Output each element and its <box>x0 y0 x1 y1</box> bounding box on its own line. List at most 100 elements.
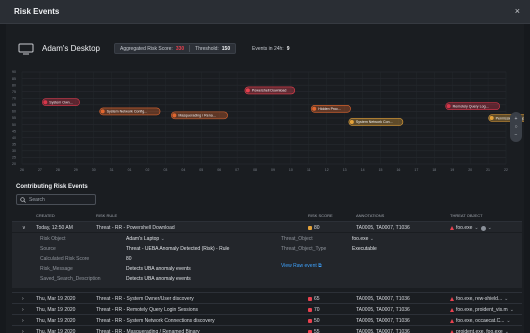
chevron-down-icon[interactable]: ⌄ <box>474 225 478 231</box>
event-dot[interactable] <box>349 119 354 124</box>
event-label: System Network Con... <box>356 120 393 124</box>
x-tick-label: 28 <box>56 168 60 172</box>
event-dot[interactable] <box>100 109 105 114</box>
events-label: Events in 24h: <box>252 46 284 52</box>
window-title: Risk Events <box>14 7 60 16</box>
zoom-in-icon[interactable]: + <box>515 116 518 122</box>
row-annotations: TA0005, TA0007, T1036 <box>356 307 410 313</box>
zoom-out-icon[interactable]: − <box>515 132 518 138</box>
warning-icon <box>450 226 454 230</box>
event-dot[interactable] <box>245 88 250 93</box>
y-tick-label: 85 <box>12 77 16 81</box>
x-tick-label: 06 <box>217 168 221 172</box>
row-threat-object[interactable]: foo.exe, occaecat.C... ⌄ <box>450 318 511 324</box>
event-dot[interactable] <box>489 116 494 120</box>
y-tick-label: 70 <box>12 96 16 100</box>
risk-event-point[interactable]: Powershell Download <box>244 86 296 95</box>
col-threat-object[interactable]: Threat Object <box>450 213 483 218</box>
risk-event-point[interactable]: Masquerading / Rena... <box>171 111 228 120</box>
close-icon[interactable]: × <box>515 6 520 16</box>
table-header: Created Risk Rule Risk Score Annotations… <box>12 210 522 221</box>
row-risk-rule: Threat - RR - Remotely Query Login Sessi… <box>96 307 198 313</box>
x-tick-label: 09 <box>271 168 275 172</box>
chevron-down-icon[interactable]: ⌄ <box>506 318 510 324</box>
timeline-svg[interactable]: 90 85 80 75 70 65 60 55 50 45 40 35 30 25 20 26 27 28 29 30… <box>6 68 524 178</box>
chevron-down-icon[interactable]: ⌄ <box>370 236 374 242</box>
score-square-icon <box>308 297 312 301</box>
chevron-right-icon[interactable]: › <box>22 307 24 313</box>
risk-timeline-chart[interactable]: 90 85 80 75 70 65 60 55 50 45 40 35 30 25 20 26 27 28 29 30… <box>6 68 524 178</box>
detail-value: Detects UBA anomaly events <box>126 276 191 282</box>
x-tick-label: 22 <box>504 168 508 172</box>
row-threat-object[interactable]: foo.exe ⌄ ⌄ <box>450 225 492 231</box>
risk-event-point[interactable]: System Network Config... <box>99 107 161 116</box>
x-tick-label: 02 <box>146 168 150 172</box>
window-titlebar: Risk Events × <box>0 0 530 24</box>
chevron-down-icon[interactable]: ∨ <box>22 225 26 231</box>
chevron-down-icon[interactable]: ⌄ <box>510 307 514 313</box>
table-row[interactable]: › Thu, Mar 19 2020 Threat - RR - System Ne… <box>12 314 522 325</box>
row-threat-object[interactable]: foo.exe, proident_vis.m ⌄ <box>450 307 514 313</box>
row-annotations: TA0005, TA0007, T1036 <box>356 296 410 302</box>
y-tick-label: 30 <box>12 149 16 153</box>
detail-value[interactable]: foo.exe ⌄ <box>352 236 374 242</box>
col-risk-rule[interactable]: Risk Rule <box>96 213 117 218</box>
risk-event-point[interactable]: Remotely Query Log... <box>445 102 501 110</box>
chevron-right-icon[interactable]: › <box>22 329 24 333</box>
col-risk-score[interactable]: Risk Score <box>308 213 333 218</box>
row-threat-object[interactable]: foo.exe, rew-shield... ⌄ <box>450 296 508 302</box>
chevron-right-icon[interactable]: › <box>22 318 24 324</box>
table-row[interactable]: › Thu, Mar 19 2020 Threat - RR - Masquerad… <box>12 325 522 333</box>
chevron-right-icon[interactable]: › <box>22 296 24 302</box>
row-risk-score: 70 <box>308 307 320 313</box>
chevron-down-icon[interactable]: ⌄ <box>161 236 165 242</box>
event-dot[interactable] <box>312 106 317 111</box>
object-value: foo.exe, rew-shield... <box>456 296 503 302</box>
risk-event-point[interactable]: Hidden Proc... <box>310 104 351 113</box>
event-dot[interactable] <box>43 100 48 105</box>
score-value: 70 <box>314 307 320 313</box>
table-row-expanded[interactable]: ∨ Today, 12:50 AM Threat - RR - Powershe… <box>12 221 522 232</box>
event-dot[interactable] <box>446 104 451 109</box>
detail-label: Risk_Message <box>40 266 73 272</box>
y-tick-label: 25 <box>12 156 16 160</box>
event-dot[interactable] <box>172 113 177 118</box>
y-tick-label: 65 <box>12 103 16 107</box>
score-square-icon <box>308 308 312 312</box>
y-tick-label: 55 <box>12 116 16 120</box>
table-row[interactable]: › Thu, Mar 19 2020 Threat - RR - System Ow… <box>12 292 522 303</box>
chevron-down-icon[interactable]: ⌄ <box>504 296 508 302</box>
chevron-down-icon[interactable]: ⌄ <box>488 225 492 231</box>
search-box[interactable] <box>16 194 96 205</box>
y-tick-label: 20 <box>12 162 16 166</box>
detail-value[interactable]: Adam's Laptop ⌄ <box>126 236 165 242</box>
row-risk-score: 80 <box>308 225 320 231</box>
table-row[interactable]: › Thu, Mar 19 2020 Threat - RR - Remotely … <box>12 303 522 314</box>
x-tick-label: 16 <box>396 168 400 172</box>
risk-event-point[interactable]: System Own... <box>42 98 80 107</box>
y-tick-label: 40 <box>12 136 16 140</box>
row-created: Thu, Mar 19 2020 <box>36 329 76 333</box>
chevron-down-icon[interactable]: ⌄ <box>505 329 509 333</box>
risk-event-point[interactable]: System Network Con... <box>348 118 404 126</box>
x-tick-label: 30 <box>92 168 96 172</box>
col-annotations[interactable]: Annotations <box>356 213 384 218</box>
event-label: Remotely Query Log... <box>453 104 489 108</box>
row-threat-object[interactable]: proident.exe, foo.exe ⌄ <box>450 329 509 333</box>
col-created[interactable]: Created <box>36 213 55 218</box>
section-title: Contributing Risk Events <box>16 184 88 190</box>
detail-label: Risk Object <box>40 236 66 242</box>
x-tick-label: 31 <box>110 168 114 172</box>
view-raw-event-link[interactable]: View Raw event ⧉ <box>281 263 322 269</box>
aggregated-label: Aggregated Risk Score: <box>120 45 173 52</box>
row-created: Thu, Mar 19 2020 <box>36 318 76 324</box>
row-risk-rule: Threat - RR - Powershell Download <box>96 225 175 231</box>
x-tick-label: 18 <box>432 168 436 172</box>
x-tick-label: 03 <box>163 168 167 172</box>
search-input[interactable] <box>29 196 91 203</box>
row-risk-score: 65 <box>308 296 320 302</box>
zoom-reset-icon[interactable]: ○ <box>514 124 517 130</box>
warning-icon <box>450 308 454 312</box>
zoom-controls: + ○ − <box>510 112 522 142</box>
event-label: Hidden Proc... <box>318 107 341 111</box>
